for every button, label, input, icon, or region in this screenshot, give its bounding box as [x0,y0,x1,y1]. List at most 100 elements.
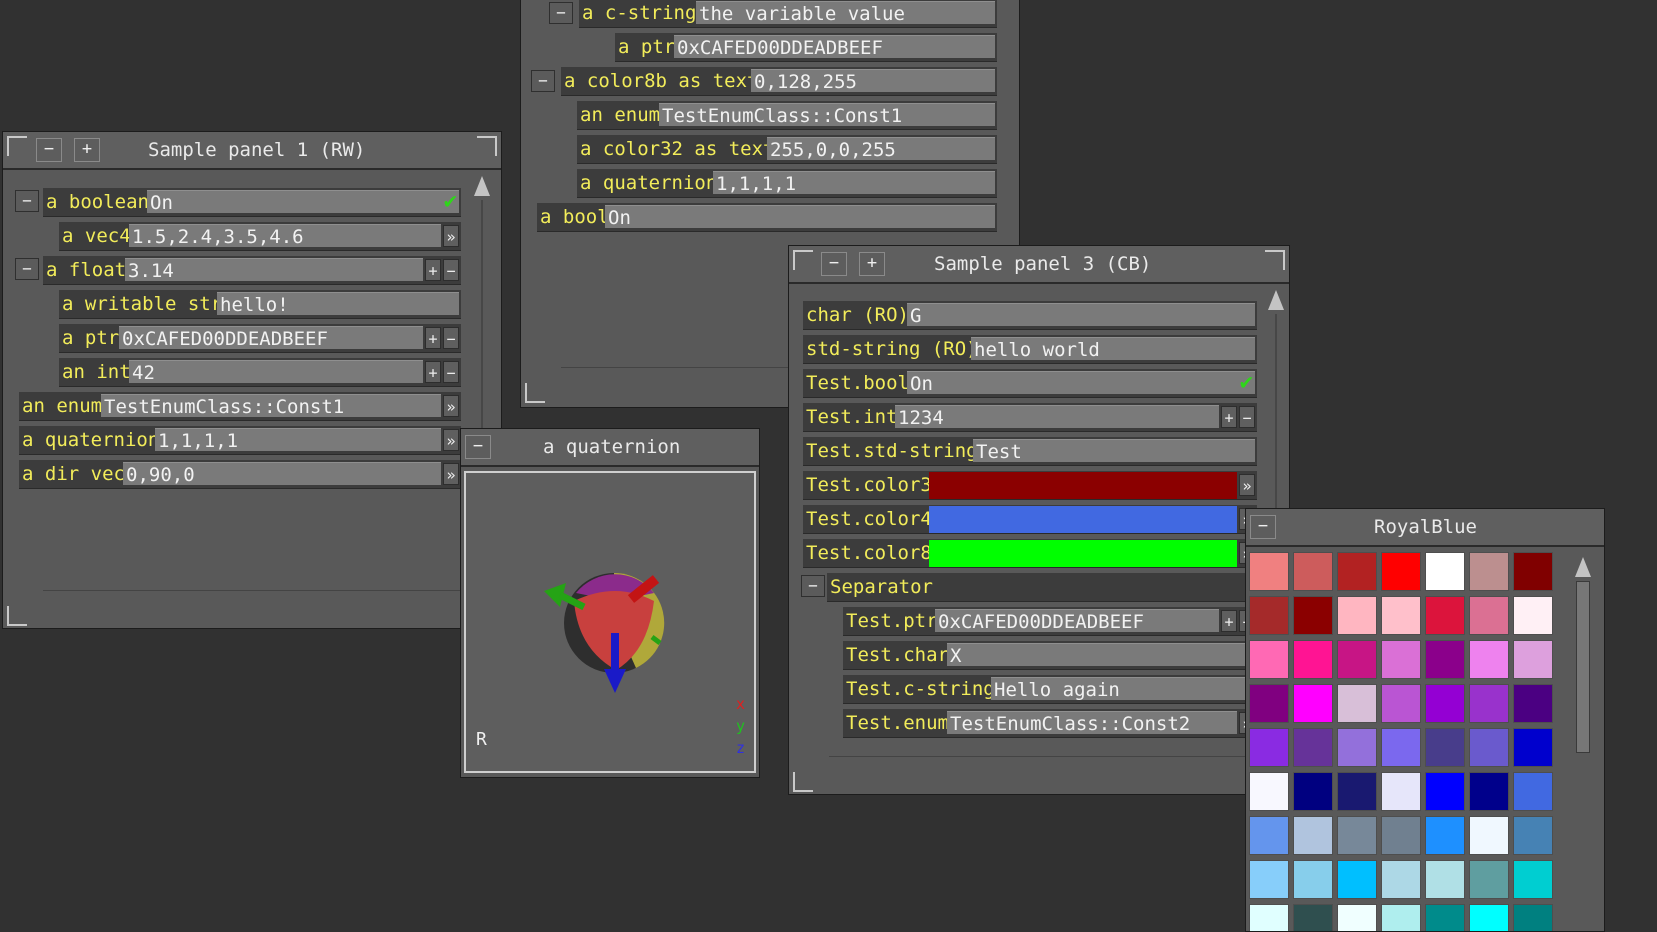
palette-color-cell[interactable] [1249,860,1289,899]
minimize-button[interactable]: − [1250,515,1276,539]
resize-corner[interactable] [1265,250,1285,270]
scroll-up-icon[interactable] [1268,290,1284,310]
prop-row[interactable]: an enum TestEnumClass::Const1 [577,101,997,130]
decrement-button[interactable]: − [443,327,459,349]
panel-titlebar[interactable]: − a quaternion [461,429,759,467]
prop-row[interactable]: a ptr 0xCAFED00DDEADBEEF [615,33,997,62]
increment-button[interactable]: + [1221,406,1237,428]
palette-color-cell[interactable] [1469,904,1509,931]
resize-corner[interactable] [7,606,27,626]
palette-color-cell[interactable] [1337,552,1377,591]
prop-row[interactable]: a ptr 0xCAFED00DDEADBEEF + − [59,324,461,353]
collapse-button[interactable]: − [549,2,573,24]
palette-color-cell[interactable] [1381,596,1421,635]
increment-button[interactable]: + [425,327,441,349]
palette-color-cell[interactable] [1249,904,1289,931]
prop-row[interactable]: Test.color32 » [803,471,1257,500]
palette-color-cell[interactable] [1249,552,1289,591]
prop-row[interactable]: an int 42 + − [59,358,461,387]
palette-color-cell[interactable] [1425,772,1465,811]
prop-row[interactable]: Test.int 1234 + − [803,403,1257,432]
palette-color-cell[interactable] [1381,684,1421,723]
prop-row[interactable]: an enum TestEnumClass::Const1 » [19,392,461,421]
chevron-right-icon[interactable]: » [443,225,459,247]
decrement-button[interactable]: − [1239,406,1255,428]
palette-color-cell[interactable] [1293,728,1333,767]
prop-row[interactable]: a float 3.14 + − [43,256,461,285]
palette-color-cell[interactable] [1293,640,1333,679]
palette-color-cell[interactable] [1469,816,1509,855]
palette-color-cell[interactable] [1337,860,1377,899]
palette-color-cell[interactable] [1513,684,1553,723]
resize-corner[interactable] [793,250,813,270]
palette-color-cell[interactable] [1425,860,1465,899]
resize-corner[interactable] [793,772,813,792]
palette-color-cell[interactable] [1513,640,1553,679]
palette-color-cell[interactable] [1425,816,1465,855]
scroll-up-icon[interactable] [1575,557,1591,577]
palette-color-cell[interactable] [1513,816,1553,855]
prop-row[interactable]: Test.std-string Test [803,437,1257,466]
checkmark-icon[interactable]: ✔ [1240,370,1253,396]
scroll-up-icon[interactable] [474,176,490,196]
palette-color-cell[interactable] [1381,772,1421,811]
increment-button[interactable]: + [425,259,441,281]
chevron-right-icon[interactable]: » [443,463,459,485]
palette-color-cell[interactable] [1513,860,1553,899]
palette-color-cell[interactable] [1469,640,1509,679]
panel-titlebar[interactable]: − + Sample panel 3 (CB) [789,246,1289,284]
orientation-sphere[interactable] [466,473,754,771]
prop-row[interactable]: Test.ptr 0xCAFED00DDEADBEEF + − [843,607,1257,636]
separator-group[interactable]: Separator [827,573,1257,602]
palette-color-cell[interactable] [1293,860,1333,899]
palette-color-cell[interactable] [1293,684,1333,723]
maximize-button[interactable]: + [859,252,885,276]
palette-color-cell[interactable] [1469,772,1509,811]
increment-button[interactable]: + [1221,610,1237,632]
quaternion-viewport[interactable]: R x y z [464,471,756,773]
palette-color-cell[interactable] [1469,860,1509,899]
palette-color-cell[interactable] [1513,772,1553,811]
palette-color-cell[interactable] [1425,904,1465,931]
palette-color-cell[interactable] [1249,684,1289,723]
palette-color-cell[interactable] [1513,552,1553,591]
panel-titlebar[interactable]: − RoyalBlue [1246,509,1604,547]
palette-color-cell[interactable] [1337,772,1377,811]
palette-color-cell[interactable] [1249,596,1289,635]
prop-row[interactable]: a vec4 1.5,2.4,3.5,4.6 » [59,222,461,251]
palette-color-cell[interactable] [1381,728,1421,767]
palette-color-cell[interactable] [1469,552,1509,591]
palette-color-cell[interactable] [1425,684,1465,723]
palette-color-cell[interactable] [1293,904,1333,931]
chevron-right-icon[interactable]: » [1239,474,1255,496]
prop-row[interactable]: a writable str hello! [59,290,461,319]
palette-color-cell[interactable] [1293,772,1333,811]
palette-color-cell[interactable] [1249,640,1289,679]
prop-row[interactable]: Test.bool On ✔ [803,369,1257,398]
palette-color-cell[interactable] [1249,816,1289,855]
decrement-button[interactable]: − [443,361,459,383]
maximize-button[interactable]: + [74,138,100,162]
scroll-thumb[interactable] [1576,581,1590,753]
prop-row[interactable]: Test.char X [843,641,1257,670]
color-swatch[interactable] [929,540,1237,567]
palette-color-cell[interactable] [1249,772,1289,811]
palette-color-cell[interactable] [1337,904,1377,931]
resize-corner[interactable] [525,383,545,403]
scrollbar[interactable] [1569,553,1597,931]
minimize-button[interactable]: − [821,252,847,276]
palette-color-cell[interactable] [1513,904,1553,931]
prop-row[interactable]: Test.c-string Hello again [843,675,1257,704]
palette-color-cell[interactable] [1337,684,1377,723]
palette-color-cell[interactable] [1469,684,1509,723]
prop-row[interactable]: a boolean On ✔ [43,188,461,217]
palette-color-cell[interactable] [1293,596,1333,635]
palette-color-cell[interactable] [1425,728,1465,767]
prop-row[interactable]: a quaternion 1,1,1,1 » [19,426,461,455]
palette-color-cell[interactable] [1425,552,1465,591]
color-swatch[interactable] [929,506,1237,533]
increment-button[interactable]: + [425,361,441,383]
prop-row[interactable]: char (RO) G [803,301,1257,330]
prop-row[interactable]: Test.color4f » [803,505,1257,534]
palette-color-cell[interactable] [1337,728,1377,767]
